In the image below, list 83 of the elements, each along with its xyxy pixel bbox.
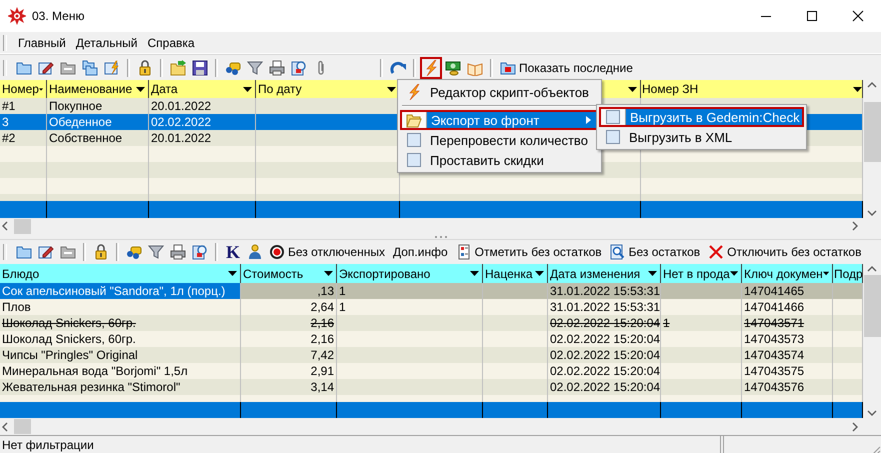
close-icon[interactable]	[852, 10, 864, 22]
menu-item[interactable]: Проставить скидки	[400, 150, 599, 170]
scroll-down-icon[interactable]	[866, 408, 878, 418]
menu-item[interactable]: Справка	[142, 36, 200, 50]
dropdown-arrow-icon[interactable]	[38, 86, 43, 92]
table-row[interactable]: Чипсы "Pringles" Original 7,42 02.02.2022 15:20:04 147043574	[0, 347, 863, 363]
binoculars-icon[interactable]	[126, 244, 142, 260]
menu-item-icon	[406, 132, 422, 148]
open-folder-icon	[406, 112, 422, 128]
folder-icon[interactable]	[60, 244, 76, 260]
dropdown-arrow-icon[interactable]	[243, 86, 252, 92]
search-icon	[610, 244, 626, 260]
dropdown-arrow-icon[interactable]	[730, 271, 738, 276]
magnifier-document-icon[interactable]	[192, 244, 208, 260]
menu-item[interactable]: Детальный	[70, 36, 142, 50]
table-row[interactable]: Плов 2,64 1 31.01.2022 15:53:31 147041466	[0, 299, 863, 315]
cross-icon	[708, 244, 724, 260]
dropdown-arrow-icon[interactable]	[822, 271, 829, 276]
dropdown-arrow-icon[interactable]	[470, 271, 479, 276]
dropdown-arrow-icon[interactable]	[136, 86, 145, 92]
toolbar-button[interactable]: Доп.инфо	[390, 241, 453, 263]
dropdown-arrow-icon[interactable]	[324, 271, 333, 276]
magnifier-document-icon[interactable]	[291, 60, 307, 76]
filter-icon[interactable]	[247, 60, 263, 76]
folders-icon[interactable]	[82, 60, 98, 76]
scroll-down-icon[interactable]	[866, 208, 878, 218]
lightning-document-icon[interactable]	[104, 60, 120, 76]
person-icon[interactable]	[247, 244, 263, 260]
scroll-thumb[interactable]	[864, 275, 880, 337]
printer-icon[interactable]	[170, 244, 186, 260]
status-text: Нет фильтрации	[0, 436, 721, 453]
dropdown-arrow-icon[interactable]	[628, 86, 637, 92]
lock-icon[interactable]	[93, 244, 109, 260]
splitter-grip-icon[interactable]	[432, 234, 448, 238]
toolbar-button[interactable]: K	[222, 241, 244, 263]
window-title: 03. Меню	[32, 9, 86, 23]
table-row[interactable]: Сок апельсиновый "Sandora", 1л (порц.) ,13 1 31.01.2022 15:53:31 147041465	[0, 283, 863, 299]
menu-item-icon	[406, 152, 422, 168]
menu-item[interactable]: Экспорт во фронт	[400, 110, 599, 130]
pencil-document-icon[interactable]	[38, 244, 54, 260]
table-row[interactable]: Шоколад Snickers, 60гр. 2,16 02.02.2022 15:20:04 147043573	[0, 331, 863, 347]
menu-item[interactable]: Выгрузить в Gedemin:Check	[599, 107, 804, 127]
burst-icon	[8, 7, 26, 25]
menu-item[interactable]: Выгрузить в XML	[599, 127, 804, 147]
pencil-document-icon[interactable]	[38, 60, 54, 76]
folder-icon[interactable]	[16, 244, 32, 260]
scroll-up-icon[interactable]	[866, 264, 878, 274]
checklist-icon	[456, 244, 472, 260]
toolbar-button[interactable]: Без отключенных	[266, 241, 390, 263]
folder-icon[interactable]	[16, 60, 32, 76]
toolbar-button[interactable]: Показать последние	[497, 56, 638, 78]
scroll-up-icon[interactable]	[866, 80, 878, 90]
table-cell: Сок апельсиновый "Sandora", 1л (порц.)	[0, 283, 241, 299]
target-icon	[269, 244, 285, 260]
banknote-icon[interactable]	[445, 60, 461, 76]
toolbar-button[interactable]: Отключить без остатков	[705, 241, 866, 263]
redo-arrow-icon[interactable]	[390, 60, 406, 76]
printer-icon[interactable]	[269, 60, 285, 76]
maximize-icon[interactable]	[806, 10, 818, 22]
scroll-thumb[interactable]	[864, 102, 880, 162]
table-row[interactable]: Жевательная резинка "Stimorol" 3,14 02.02.2022 15:20:04 147043576	[0, 379, 863, 395]
dropdown-arrow-icon[interactable]	[648, 271, 657, 276]
menu-item-icon	[605, 129, 621, 145]
lock-icon[interactable]	[137, 60, 153, 76]
folder-arrow-icon[interactable]	[170, 60, 186, 76]
table-row[interactable]: Шоколад Snickers, 60гр. 2,16 02.02.2022 15:20:04 1 147043571	[0, 315, 863, 331]
record-icon	[500, 60, 516, 76]
submenu-arrow-icon	[586, 116, 591, 124]
dropdown-arrow-icon[interactable]	[535, 271, 544, 276]
dropdown-arrow-icon[interactable]	[853, 86, 862, 92]
toolbar-button[interactable]: Без остатков	[606, 241, 706, 263]
scroll-thumb[interactable]	[14, 218, 31, 234]
save-icon[interactable]	[192, 60, 208, 76]
menu-item-icon	[605, 109, 621, 125]
table-row[interactable]: Минеральная вода "Borjomi" 1,5л 2,91 02.02.2022 15:20:04 147043575	[0, 363, 863, 379]
scroll-thumb[interactable]	[14, 419, 31, 434]
binoculars-icon[interactable]	[225, 60, 241, 76]
menu-item[interactable]: Главный	[13, 36, 71, 50]
filter-icon[interactable]	[148, 244, 164, 260]
dropdown-arrow-icon[interactable]	[228, 271, 237, 276]
dropdown-arrow-icon[interactable]	[387, 86, 396, 92]
folder-icon[interactable]	[60, 60, 76, 76]
toolbar-button[interactable]: Отметить без остатков	[452, 241, 607, 263]
